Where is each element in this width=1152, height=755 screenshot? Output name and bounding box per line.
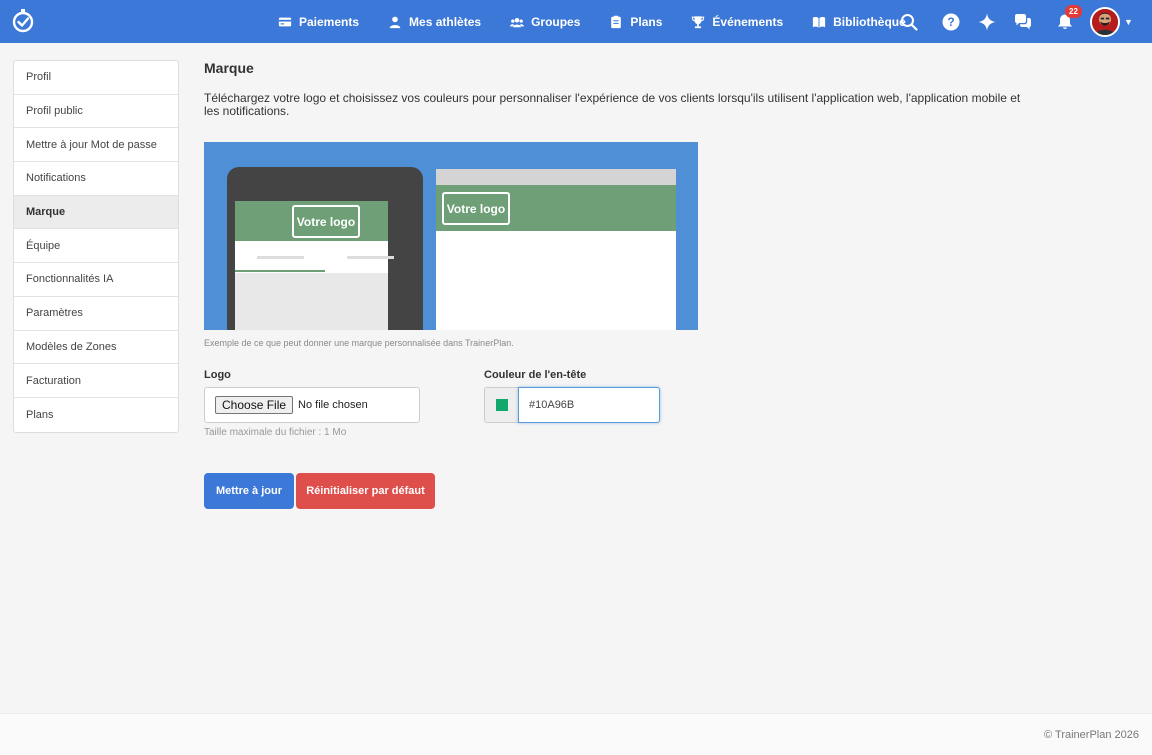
page-title: Marque xyxy=(204,60,254,76)
header-color-input[interactable]: #10A96B xyxy=(518,387,660,423)
nav-item-paiements[interactable]: Paiements xyxy=(278,15,359,29)
trophy-icon xyxy=(692,15,705,28)
nav-item-label: Mes athlètes xyxy=(409,14,482,29)
branding-preview-image: Votre logo Votre logo xyxy=(204,142,698,330)
browser-toolbar xyxy=(436,169,676,185)
nav-item-label: Paiements xyxy=(299,14,360,29)
browser-mockup: Votre logo xyxy=(436,169,676,330)
sidebar-item-label: Plans xyxy=(26,408,54,421)
file-size-help: Taille maximale du fichier : 1 Mo xyxy=(204,427,347,438)
sidebar-item-parametres[interactable]: Paramètres xyxy=(14,297,178,331)
copyright-text: © TrainerPlan 2026 xyxy=(1044,729,1139,741)
nav-actions: ? 22 ▼ xyxy=(898,0,1133,43)
nav-item-label: Bibliothèque xyxy=(833,14,906,29)
reset-default-button[interactable]: Réinitialiser par défaut xyxy=(296,473,435,509)
chat-icon[interactable] xyxy=(1012,11,1034,33)
nav-item-label: Plans xyxy=(630,14,663,29)
main-nav: Paiements Mes athlètes Groupes Plans Évé… xyxy=(278,0,935,43)
phone-tabs xyxy=(235,241,394,273)
nav-item-athletes[interactable]: Mes athlètes xyxy=(388,15,481,29)
logo-label: Logo xyxy=(204,369,231,381)
tab-placeholder xyxy=(347,256,394,259)
sparkle-icon[interactable] xyxy=(976,11,998,33)
sidebar-item-plans[interactable]: Plans xyxy=(14,398,178,432)
sidebar-item-label: Profil public xyxy=(26,105,83,118)
active-tab-underline xyxy=(235,270,325,272)
sidebar-item-notifications[interactable]: Notifications xyxy=(14,162,178,196)
browser-logo-placeholder: Votre logo xyxy=(442,192,510,225)
nav-item-groupes[interactable]: Groupes xyxy=(510,15,580,29)
chevron-down-icon[interactable]: ▼ xyxy=(1124,17,1133,27)
nav-item-evenements[interactable]: Événements xyxy=(691,15,783,29)
logo-file-input[interactable]: Choose File No file chosen xyxy=(204,387,420,423)
avatar[interactable] xyxy=(1090,6,1120,37)
sidebar-item-label: Paramètres xyxy=(26,307,83,320)
sidebar-item-label: Marque xyxy=(26,206,66,219)
settings-sidebar: Profil Profil public Mettre à jour Mot d… xyxy=(13,60,179,433)
update-button[interactable]: Mettre à jour xyxy=(204,473,294,509)
group-icon xyxy=(510,17,525,27)
top-navbar: Paiements Mes athlètes Groupes Plans Évé… xyxy=(0,0,1152,43)
user-icon xyxy=(389,16,401,28)
footer: © TrainerPlan 2026 xyxy=(0,713,1152,755)
search-icon[interactable] xyxy=(898,11,920,33)
nav-item-label: Événements xyxy=(712,14,784,29)
notification-count-badge: 22 xyxy=(1065,4,1082,18)
page-description: Téléchargez votre logo et choisissez vos… xyxy=(204,91,1021,118)
sidebar-item-label: Modèles de Zones xyxy=(26,340,117,353)
browser-header: Votre logo xyxy=(436,185,676,231)
help-icon[interactable]: ? xyxy=(940,11,962,33)
sidebar-item-fonctionnalites-ia[interactable]: Fonctionnalités IA xyxy=(14,263,178,297)
nav-item-label: Groupes xyxy=(531,14,581,29)
credit-card-icon xyxy=(278,17,292,26)
sidebar-item-label: Fonctionnalités IA xyxy=(26,273,114,286)
sidebar-item-marque[interactable]: Marque xyxy=(14,195,178,230)
clipboard-icon xyxy=(611,15,622,28)
preview-caption: Exemple de ce que peut donner une marque… xyxy=(204,338,514,348)
file-status-text: No file chosen xyxy=(298,399,368,411)
tab-placeholder xyxy=(257,256,304,259)
sidebar-item-modeles-zones[interactable]: Modèles de Zones xyxy=(14,331,178,365)
phone-logo-placeholder: Votre logo xyxy=(292,205,360,238)
sidebar-item-label: Notifications xyxy=(26,172,86,185)
sidebar-item-equipe[interactable]: Équipe xyxy=(14,229,178,264)
color-picker-button[interactable] xyxy=(484,387,518,423)
svg-text:?: ? xyxy=(947,15,954,29)
sidebar-item-mot-de-passe[interactable]: Mettre à jour Mot de passe xyxy=(14,128,178,163)
nav-item-bibliotheque[interactable]: Bibliothèque xyxy=(812,15,906,29)
nav-item-plans[interactable]: Plans xyxy=(609,15,662,29)
book-icon xyxy=(813,16,826,28)
sidebar-item-label: Facturation xyxy=(26,374,82,387)
trainerplan-logo-icon[interactable] xyxy=(11,8,35,34)
sidebar-item-profil[interactable]: Profil xyxy=(14,61,178,95)
notifications-bell-icon[interactable]: 22 xyxy=(1054,4,1082,33)
sidebar-item-profil-public[interactable]: Profil public xyxy=(14,95,178,129)
sidebar-item-label: Mettre à jour Mot de passe xyxy=(26,138,157,151)
header-color-field: #10A96B xyxy=(484,387,660,423)
sidebar-item-label: Profil xyxy=(26,71,52,84)
phone-mockup: Votre logo xyxy=(227,167,423,330)
phone-screen: Votre logo xyxy=(235,201,394,330)
header-color-label: Couleur de l'en-tête xyxy=(484,369,587,381)
sidebar-item-label: Équipe xyxy=(26,239,61,252)
sidebar-item-facturation[interactable]: Facturation xyxy=(14,364,178,398)
choose-file-button[interactable]: Choose File xyxy=(215,396,294,414)
phone-header: Votre logo xyxy=(235,201,388,241)
color-swatch xyxy=(495,399,508,411)
